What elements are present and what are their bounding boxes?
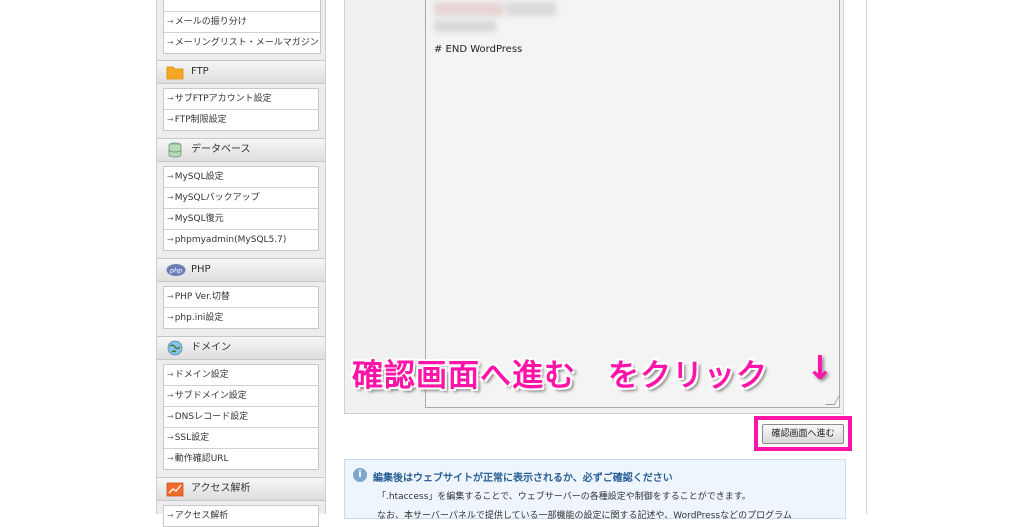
sidebar-section-domain: ドメイン bbox=[157, 336, 325, 360]
sidebar-item-label: アクセス解析 bbox=[174, 511, 229, 521]
section-title: アクセス解析 bbox=[191, 483, 251, 494]
database-icon bbox=[168, 142, 182, 158]
sidebar-item-subdomain-settings[interactable]: →サブドメイン設定 bbox=[164, 386, 318, 407]
sidebar-section-access-analysis: アクセス解析 bbox=[157, 477, 325, 501]
sidebar-item-ssl-settings[interactable]: →SSL設定 bbox=[164, 428, 318, 449]
info-title: 編集後はウェブサイトが正常に表示されるか、必ずご確認ください bbox=[373, 473, 673, 484]
sidebar-item-mail-filter[interactable] bbox=[164, 0, 320, 12]
sidebar-list-domain: →ドメイン設定 →サブドメイン設定 →DNSレコード設定 →SSL設定 →動作確… bbox=[163, 364, 319, 470]
sidebar-item-php-ini[interactable]: →php.ini設定 bbox=[164, 308, 318, 328]
sidebar-item-access-analysis[interactable]: →アクセス解析 bbox=[164, 506, 318, 526]
folder-icon bbox=[166, 66, 184, 80]
sidebar-section-php: php PHP bbox=[157, 258, 325, 282]
sidebar-item-label: PHP Ver.切替 bbox=[174, 292, 230, 302]
arrow-icon: → bbox=[167, 235, 174, 244]
arrow-icon: → bbox=[167, 391, 174, 400]
content-border bbox=[866, 0, 867, 514]
arrow-icon: → bbox=[167, 214, 174, 223]
info-box: i 編集後はウェブサイトが正常に表示されるか、必ずご確認ください 「.htacc… bbox=[344, 459, 846, 521]
sidebar-list-database: →MySQL設定 →MySQLバックアップ →MySQL復元 →phpmyadm… bbox=[163, 166, 319, 251]
sidebar-list-ftp: →サブFTPアカウント設定 →FTP制限設定 bbox=[163, 88, 319, 131]
sidebar: →メールの振り分け →メーリングリスト・メールマガジン FTP →サブFTPアカ… bbox=[156, 0, 326, 527]
section-title: PHP bbox=[191, 264, 211, 275]
info-icon: i bbox=[353, 468, 367, 482]
sidebar-item-label: SSL設定 bbox=[174, 433, 210, 443]
sidebar-item-label: メーリングリスト・メールマガジン bbox=[174, 38, 319, 48]
arrow-icon: → bbox=[167, 313, 174, 322]
section-title: データベース bbox=[191, 144, 251, 155]
arrow-icon: → bbox=[167, 115, 174, 124]
sidebar-item-mysql-backup[interactable]: →MySQLバックアップ bbox=[164, 188, 318, 209]
sidebar-item-mysql-settings[interactable]: →MySQL設定 bbox=[164, 167, 318, 188]
down-arrow-icon: ↓ bbox=[806, 348, 834, 387]
arrow-icon: → bbox=[167, 370, 174, 379]
sidebar-item-label: 動作確認URL bbox=[174, 454, 229, 464]
sidebar-item-mail-filter[interactable]: →メールの振り分け bbox=[164, 12, 320, 33]
sidebar-item-label: FTP制限設定 bbox=[174, 115, 227, 125]
sidebar-item-label: phpmyadmin(MySQL5.7) bbox=[174, 235, 287, 245]
info-text: なお、本サーバーパネルで提供している一部機能の設定に関する記述や、WordPre… bbox=[377, 511, 792, 521]
sidebar-item-dns-record[interactable]: →DNSレコード設定 bbox=[164, 407, 318, 428]
blurred-text bbox=[434, 2, 504, 16]
sidebar-section-ftp: FTP bbox=[157, 60, 325, 84]
arrow-icon: → bbox=[167, 193, 174, 202]
arrow-icon: → bbox=[167, 412, 174, 421]
arrow-icon: → bbox=[167, 17, 174, 26]
sidebar-mail-list: →メールの振り分け →メーリングリスト・メールマガジン bbox=[163, 0, 321, 54]
chart-icon bbox=[166, 482, 184, 497]
sidebar-item-phpmyadmin[interactable]: →phpmyadmin(MySQL5.7) bbox=[164, 230, 318, 250]
arrow-icon: → bbox=[167, 433, 174, 442]
sidebar-item-label: php.ini設定 bbox=[174, 313, 224, 323]
sidebar-item-label: MySQL設定 bbox=[174, 172, 224, 182]
arrow-icon: → bbox=[167, 454, 174, 463]
sidebar-item-label: MySQLバックアップ bbox=[174, 193, 260, 203]
sidebar-item-mailing-list[interactable]: →メーリングリスト・メールマガジン bbox=[164, 33, 320, 53]
sidebar-list-php: →PHP Ver.切替 →php.ini設定 bbox=[163, 286, 319, 329]
sidebar-item-label: メールの振り分け bbox=[174, 17, 247, 27]
sidebar-item-domain-settings[interactable]: →ドメイン設定 bbox=[164, 365, 318, 386]
section-title: FTP bbox=[191, 66, 209, 77]
sidebar-item-label: サブドメイン設定 bbox=[174, 391, 247, 401]
sidebar-item-label: サブFTPアカウント設定 bbox=[174, 94, 272, 104]
sidebar-item-test-url[interactable]: →動作確認URL bbox=[164, 449, 318, 469]
sidebar-list-access-analysis: →アクセス解析 bbox=[163, 505, 319, 527]
arrow-icon: → bbox=[167, 292, 174, 301]
globe-icon bbox=[167, 340, 183, 356]
htaccess-editor[interactable]: # END WordPress bbox=[425, 0, 840, 408]
section-title: ドメイン bbox=[191, 342, 231, 353]
editor-line: # END WordPress bbox=[434, 44, 523, 55]
confirm-screen-button[interactable]: 確認画面へ進む bbox=[762, 424, 844, 444]
info-text: 「.htaccess」を編集することで、ウェブサーバーの各種設定や制御をすること… bbox=[377, 492, 751, 502]
sidebar-item-label: MySQL復元 bbox=[174, 214, 224, 224]
arrow-icon: → bbox=[167, 511, 174, 520]
arrow-icon: → bbox=[167, 172, 174, 181]
blurred-text bbox=[434, 20, 496, 32]
sidebar-item-sub-ftp-account[interactable]: →サブFTPアカウント設定 bbox=[164, 89, 318, 110]
sidebar-item-label: DNSレコード設定 bbox=[174, 412, 249, 422]
sidebar-item-label: ドメイン設定 bbox=[174, 370, 229, 380]
annotation-text: 確認画面へ進む をクリック bbox=[352, 358, 768, 394]
sidebar-section-database: データベース bbox=[157, 138, 325, 162]
resize-grip-icon[interactable] bbox=[825, 396, 840, 405]
arrow-icon: → bbox=[167, 38, 174, 47]
sidebar-item-php-version[interactable]: →PHP Ver.切替 bbox=[164, 287, 318, 308]
svg-text:php: php bbox=[169, 267, 182, 275]
sidebar-item-ftp-restriction[interactable]: →FTP制限設定 bbox=[164, 110, 318, 130]
arrow-icon: → bbox=[167, 94, 174, 103]
php-icon: php bbox=[166, 264, 186, 276]
blurred-text bbox=[506, 2, 556, 16]
sidebar-item-mysql-restore[interactable]: →MySQL復元 bbox=[164, 209, 318, 230]
